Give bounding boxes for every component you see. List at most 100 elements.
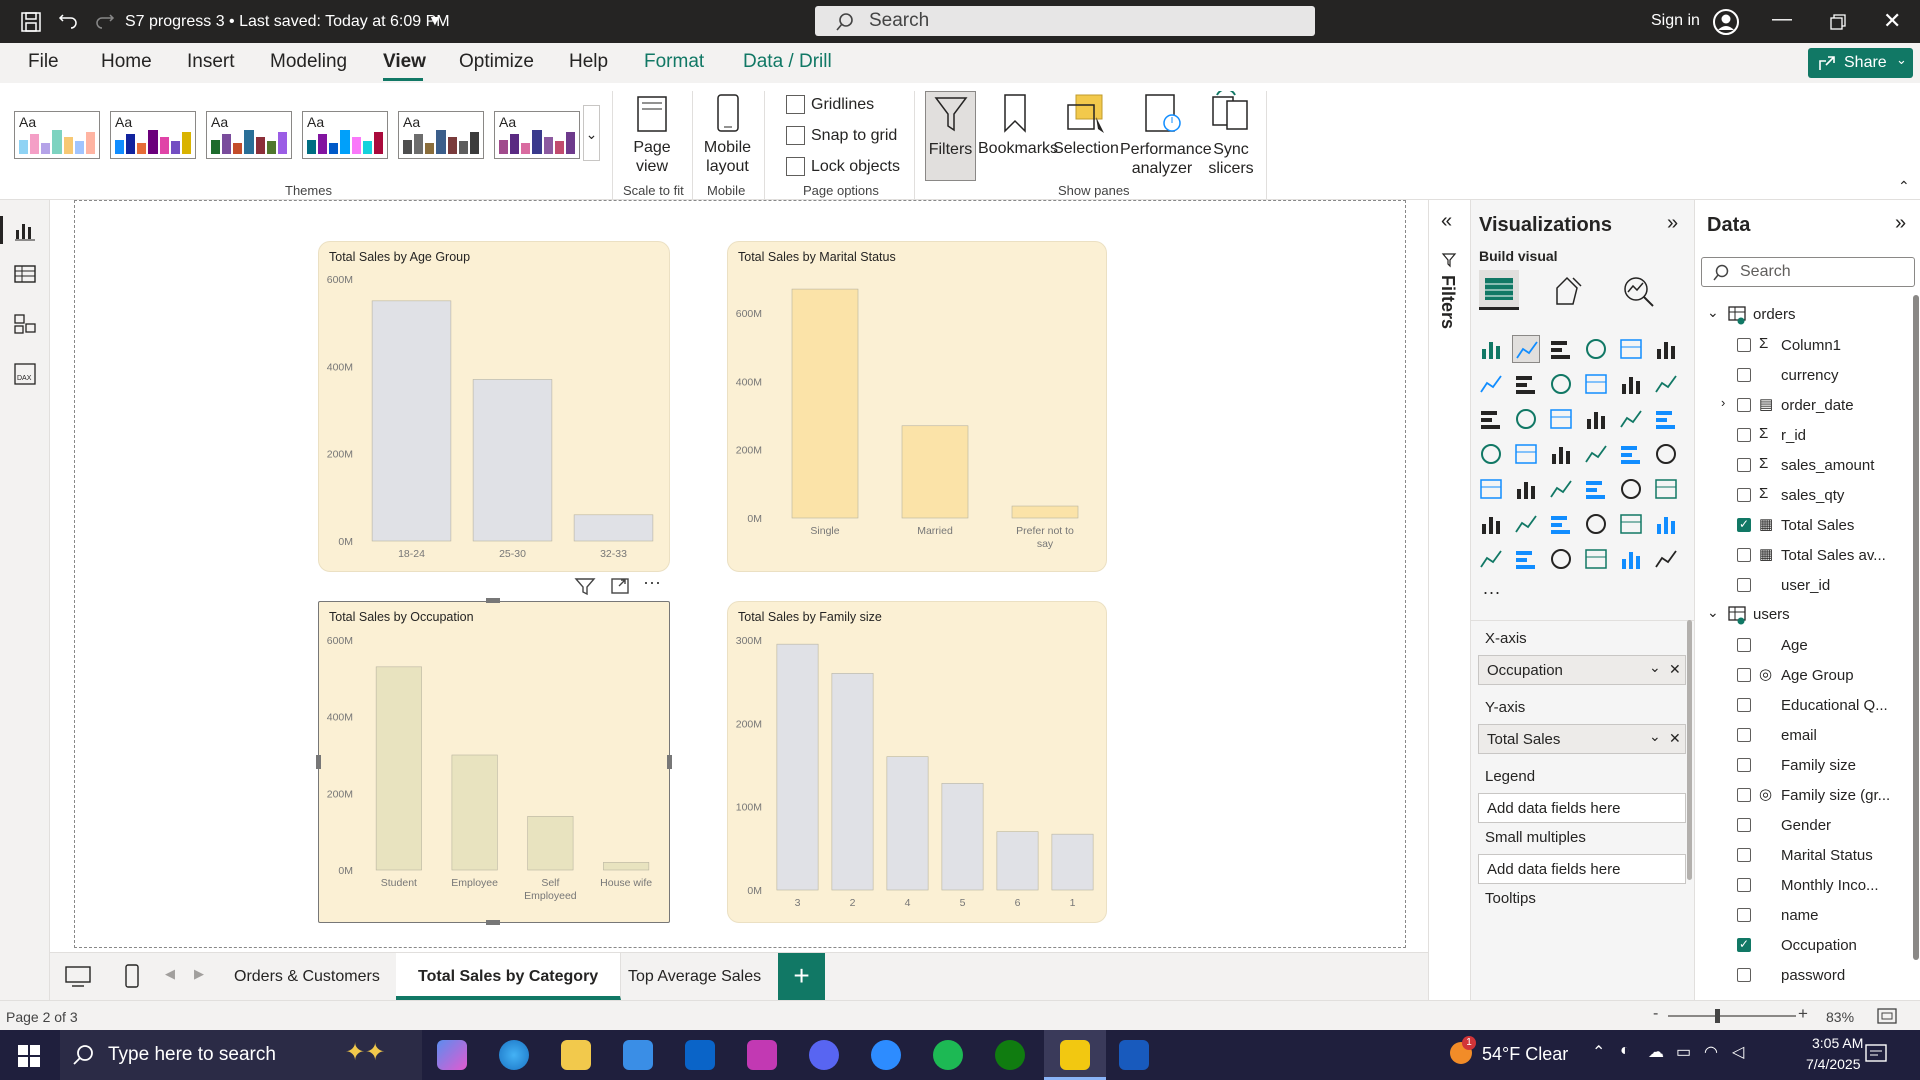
bar[interactable]: [791, 288, 859, 519]
page-tab-orders-customers[interactable]: Orders & Customers: [212, 953, 403, 1000]
chevron-right-icon[interactable]: ›: [1721, 395, 1725, 410]
chart-age-group[interactable]: Total Sales by Age Group 600M 400M 200M 0M 1…: [318, 241, 670, 572]
fit-to-page-icon[interactable]: [1876, 1007, 1898, 1025]
field-checkbox[interactable]: [1737, 368, 1751, 382]
field-row[interactable]: Monthly Inco...: [1695, 871, 1911, 901]
visual-type-icon[interactable]: [1547, 440, 1575, 468]
visual-type-icon[interactable]: [1547, 405, 1575, 433]
edge-icon[interactable]: [499, 1040, 529, 1070]
windows-start-icon[interactable]: [18, 1045, 40, 1067]
field-row[interactable]: › ▤ order_date: [1695, 391, 1911, 421]
field-checkbox[interactable]: ✓: [1737, 517, 1751, 532]
minimize-icon[interactable]: —: [1772, 8, 1792, 31]
filters-pane-collapsed[interactable]: « Filters: [1428, 200, 1470, 1000]
bar[interactable]: [886, 756, 929, 891]
visual-type-icon[interactable]: [1547, 475, 1575, 503]
mobile-layout-button[interactable]: Mobile layout: [700, 93, 755, 176]
weather-text[interactable]: 54°F Clear: [1482, 1044, 1568, 1065]
tab-modeling[interactable]: Modeling: [270, 51, 347, 73]
well-drop-zone[interactable]: Add data fields here: [1478, 793, 1686, 823]
tab-insert[interactable]: Insert: [187, 51, 235, 73]
visual-type-icon[interactable]: [1582, 370, 1610, 398]
field-row[interactable]: email: [1695, 721, 1911, 751]
tab-home[interactable]: Home: [101, 51, 152, 73]
resize-handle[interactable]: [667, 755, 672, 769]
visual-type-icon[interactable]: [1652, 510, 1680, 538]
remove-field-icon[interactable]: ✕: [1669, 661, 1681, 678]
field-row[interactable]: Σ Column1: [1695, 331, 1911, 361]
visual-type-icon[interactable]: [1652, 475, 1680, 503]
visual-type-icon[interactable]: [1617, 545, 1645, 573]
visual-type-icon[interactable]: [1617, 440, 1645, 468]
zoom-icon[interactable]: [871, 1040, 901, 1070]
scrollbar[interactable]: [1913, 295, 1919, 960]
zoom-level[interactable]: 83%: [1826, 1009, 1854, 1025]
field-checkbox[interactable]: [1737, 908, 1751, 922]
close-icon[interactable]: ✕: [1883, 8, 1901, 34]
well-field[interactable]: Total Sales ⌄ ✕: [1478, 724, 1686, 754]
build-visual-tab[interactable]: [1479, 270, 1519, 310]
performance-analyzer-button[interactable]: Performance analyzer: [1120, 91, 1212, 178]
field-checkbox[interactable]: [1737, 728, 1751, 742]
themes-more-button[interactable]: ⌄: [583, 105, 600, 161]
add-page-button[interactable]: +: [778, 953, 825, 1000]
visual-type-icon[interactable]: [1477, 475, 1505, 503]
powerbi-taskbar-button[interactable]: [1044, 1030, 1106, 1080]
bar[interactable]: [831, 673, 874, 891]
bar[interactable]: [1011, 505, 1079, 519]
spotify-icon[interactable]: [933, 1040, 963, 1070]
page-tab-top-average-sales[interactable]: Top Average Sales: [606, 953, 785, 1000]
model-view-icon[interactable]: [13, 312, 37, 336]
prev-page-icon[interactable]: ◀: [165, 966, 175, 982]
theme-swatch[interactable]: Aa: [398, 111, 484, 159]
field-checkbox[interactable]: [1737, 758, 1751, 772]
taskbar-search[interactable]: Type here to search ✦✦: [60, 1030, 422, 1080]
bar[interactable]: [901, 425, 969, 519]
field-checkbox[interactable]: [1737, 338, 1751, 352]
visual-type-icon[interactable]: [1617, 370, 1645, 398]
theme-swatch[interactable]: Aa: [206, 111, 292, 159]
redo-icon[interactable]: [94, 11, 116, 33]
visual-type-icon[interactable]: [1547, 545, 1575, 573]
tab-optimize[interactable]: Optimize: [459, 51, 534, 73]
visual-type-icon[interactable]: [1512, 475, 1540, 503]
chart-marital-status[interactable]: Total Sales by Marital Status 600M 400M 20…: [727, 241, 1107, 572]
analytics-icon[interactable]: [1621, 274, 1655, 308]
word-icon[interactable]: [1119, 1040, 1149, 1070]
sync-slicers-button[interactable]: Sync slicers: [1205, 88, 1257, 178]
field-checkbox[interactable]: [1737, 878, 1751, 892]
visual-type-icon[interactable]: [1617, 335, 1645, 363]
more-options-icon[interactable]: ⋯: [643, 573, 661, 594]
page-tab-total-sales-by-category[interactable]: Total Sales by Category: [396, 953, 622, 1000]
visual-type-icon[interactable]: [1582, 510, 1610, 538]
field-checkbox[interactable]: [1737, 428, 1751, 442]
visual-type-icon[interactable]: [1582, 405, 1610, 433]
visual-type-icon[interactable]: [1617, 405, 1645, 433]
mobile-layout-icon[interactable]: [124, 963, 140, 989]
filter-icon[interactable]: [574, 576, 596, 596]
visual-type-icon[interactable]: [1547, 335, 1575, 363]
snap-to-grid-checkbox[interactable]: [786, 126, 805, 145]
remove-field-icon[interactable]: ✕: [1669, 730, 1681, 747]
save-icon[interactable]: [20, 11, 42, 33]
tab-view[interactable]: View: [383, 51, 426, 73]
file-explorer-icon[interactable]: [561, 1040, 591, 1070]
clock-time[interactable]: 3:05 AM: [1812, 1035, 1863, 1051]
report-view-icon[interactable]: [13, 218, 37, 242]
tab-format[interactable]: Format: [644, 51, 704, 73]
bar[interactable]: [527, 816, 574, 871]
field-row[interactable]: Marital Status: [1695, 841, 1911, 871]
photos-icon[interactable]: [747, 1040, 777, 1070]
chevron-down-icon[interactable]: ⌄: [1649, 659, 1661, 676]
visual-type-icon[interactable]: [1512, 405, 1540, 433]
chevron-left-double-icon[interactable]: «: [1441, 210, 1452, 233]
table-row[interactable]: ⌄ orders: [1695, 301, 1911, 331]
bar[interactable]: [371, 300, 452, 542]
visual-type-icon[interactable]: [1477, 405, 1505, 433]
page-view-button[interactable]: Page view: [625, 93, 679, 176]
notifications-icon[interactable]: [1864, 1043, 1890, 1067]
battery-icon[interactable]: ▭: [1676, 1042, 1691, 1062]
zoom-slider-thumb[interactable]: [1715, 1009, 1720, 1023]
visual-type-icon[interactable]: [1652, 335, 1680, 363]
bar[interactable]: [573, 514, 654, 542]
